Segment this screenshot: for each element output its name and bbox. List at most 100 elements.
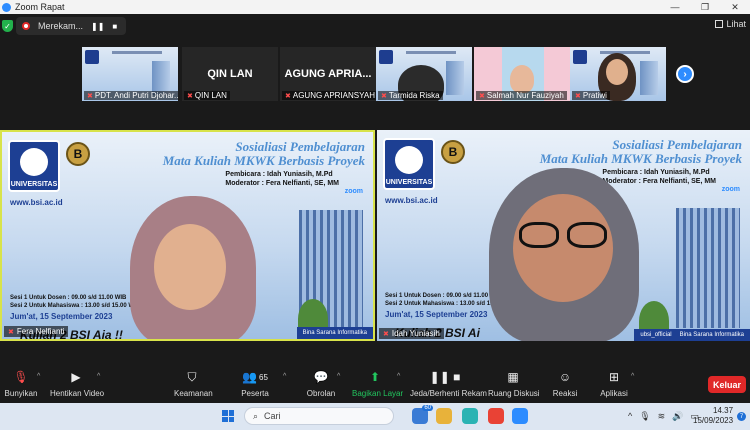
file-explorer-icon[interactable] bbox=[436, 408, 452, 424]
security-shield-icon: ⛉ bbox=[187, 369, 197, 384]
zoom-app-icon bbox=[2, 2, 11, 12]
zoom-meeting-window: Zoom Rapat — ❐ ✕ ✓ Merekam... ❚❚ ■ Lihat… bbox=[0, 0, 750, 430]
search-icon: ⌕ bbox=[253, 410, 259, 421]
participant-name-tag: ✖ Tarmida Riska bbox=[378, 91, 443, 100]
mic-off-icon: 🎙 bbox=[13, 370, 29, 384]
breakout-rooms-button[interactable]: ▦ Ruang Diskusi bbox=[488, 369, 540, 398]
accreditation-badge-icon: B bbox=[441, 140, 465, 164]
view-button[interactable]: Lihat bbox=[715, 19, 746, 29]
participant-thumbnail[interactable]: ✖ PDT. Andi Putri Djohar... bbox=[82, 47, 178, 101]
minimize-icon[interactable]: — bbox=[660, 0, 690, 14]
security-shield-icon[interactable]: ✓ bbox=[2, 20, 13, 32]
bsi-logo: UNIVERSITAS bbox=[8, 140, 60, 192]
mic-muted-icon: ✖ bbox=[285, 92, 291, 100]
video-camera-icon: ▶ bbox=[71, 370, 81, 384]
participant-avatar bbox=[510, 65, 534, 93]
mic-muted-icon: ✖ bbox=[479, 92, 485, 100]
mic-muted-icon: ✖ bbox=[8, 328, 14, 336]
video-tile-active-speaker[interactable]: UNIVERSITAS B www.bsi.ac.id Sosialiasi P… bbox=[0, 130, 375, 341]
chat-bubble-icon: 💬 bbox=[313, 370, 329, 384]
slide-footer: ubsi_official Bina Sarana Informatika bbox=[634, 329, 750, 341]
mic-muted-icon: ✖ bbox=[381, 92, 387, 100]
participant-thumbnail-strip: ✖ PDT. Andi Putri Djohar... QIN LAN ✖ QIN … bbox=[0, 47, 750, 103]
system-tray: ^ 🎙 ≋ 🔊 ▭ bbox=[628, 411, 699, 422]
share-screen-button[interactable]: ⬆ Bagikan Layar bbox=[352, 369, 403, 398]
reactions-button[interactable]: ☺ Reaksi bbox=[552, 369, 578, 398]
website-text: www.bsi.ac.id bbox=[10, 198, 63, 207]
event-date: Jum'at, 15 September 2023 bbox=[385, 310, 488, 319]
breakout-grid-icon: ▦ bbox=[507, 370, 519, 384]
apps-icon: ⊞ bbox=[608, 370, 620, 384]
maximize-icon[interactable]: ❐ bbox=[690, 0, 720, 14]
notification-count-badge[interactable]: 7 bbox=[737, 412, 746, 421]
participant-name-tag: ✖ Salmah Nur Fauziyah bbox=[476, 91, 567, 100]
share-screen-icon: ⬆ bbox=[369, 370, 381, 384]
website-text: www.bsi.ac.id bbox=[385, 196, 438, 205]
windows-taskbar: ⌕ Cari 60 ^ 🎙 ≋ 🔊 ▭ 14.37 15/09/2023 7 bbox=[0, 403, 750, 430]
security-button[interactable]: ⛉ Keamanan bbox=[174, 369, 213, 399]
participants-options-chevron-icon[interactable]: ^ bbox=[283, 373, 286, 380]
recording-label: Merekam... bbox=[38, 21, 84, 31]
taskbar-app-icon[interactable]: 60 bbox=[412, 405, 433, 424]
pause-stop-record-icon: ❚❚ ■ bbox=[429, 370, 461, 384]
meeting-toolbar: 🎙 Bunyikan ^ ▶ Hentikan Video ^ ⛉ Keaman… bbox=[0, 365, 750, 403]
building-image bbox=[676, 208, 740, 328]
participants-button[interactable]: 👥 65 Peserta bbox=[240, 369, 270, 398]
unmute-button[interactable]: 🎙 Bunyikan bbox=[4, 369, 38, 398]
event-date: Jum'at, 15 September 2023 bbox=[10, 312, 113, 321]
leave-meeting-button[interactable]: Keluar bbox=[708, 376, 746, 393]
participants-icon: 👥 bbox=[242, 370, 258, 384]
record-dot-icon bbox=[22, 22, 30, 30]
reaction-smile-icon: ☺ bbox=[558, 370, 572, 384]
video-options-chevron-icon[interactable]: ^ bbox=[97, 373, 100, 380]
pause-recording-icon[interactable]: ❚❚ bbox=[91, 22, 104, 31]
mic-muted-icon: ✖ bbox=[187, 92, 193, 100]
edge-browser-icon[interactable] bbox=[462, 408, 478, 424]
apps-options-chevron-icon[interactable]: ^ bbox=[631, 373, 634, 380]
chat-options-chevron-icon[interactable]: ^ bbox=[337, 373, 340, 380]
zoom-logo: zoom bbox=[721, 186, 740, 193]
video-tile[interactable]: UNIVERSITAS B www.bsi.ac.id Sosialiasi P… bbox=[377, 130, 750, 341]
mute-options-chevron-icon[interactable]: ^ bbox=[37, 373, 40, 380]
chrome-browser-icon[interactable] bbox=[488, 408, 504, 424]
taskbar-search-input[interactable]: ⌕ Cari bbox=[244, 407, 394, 425]
volume-icon[interactable]: 🔊 bbox=[672, 411, 683, 422]
slide-title: Sosialiasi Pembelajaran Mata Kuliah MKWK… bbox=[539, 137, 742, 166]
participant-thumbnail[interactable]: AGUNG APRIA... ✖ AGUNG APRIANSYAH bbox=[280, 47, 376, 101]
apps-button[interactable]: ⊞ Aplikasi bbox=[598, 369, 630, 398]
participants-count: 65 bbox=[259, 372, 268, 382]
windows-start-icon[interactable] bbox=[222, 410, 234, 422]
accreditation-badge-icon: B bbox=[66, 142, 90, 166]
window-controls: — ❐ ✕ bbox=[660, 0, 750, 14]
stop-recording-icon[interactable]: ■ bbox=[112, 22, 117, 31]
participant-thumbnail[interactable]: ✖ Pratiwi bbox=[570, 47, 666, 101]
taskbar-clock[interactable]: 14.37 15/09/2023 bbox=[693, 406, 733, 426]
bsi-logo: UNIVERSITAS bbox=[383, 138, 435, 190]
chat-button[interactable]: 💬 Obrolan bbox=[304, 369, 338, 398]
chevron-up-icon[interactable]: ^ bbox=[628, 411, 632, 422]
grid-view-icon bbox=[715, 20, 724, 28]
microphone-icon[interactable]: 🎙 bbox=[639, 411, 650, 422]
pause-stop-recording-button[interactable]: ❚❚ ■ Jeda/Berhenti Rekam bbox=[410, 369, 487, 398]
slide-title: Sosialiasi Pembelajaran Mata Kuliah MKWK… bbox=[162, 139, 365, 168]
participant-thumbnail[interactable]: ✖ Tarmida Riska bbox=[376, 47, 472, 101]
window-title: Zoom Rapat bbox=[15, 2, 65, 12]
next-page-arrow-icon[interactable]: › bbox=[676, 65, 694, 83]
participant-name-tag: ✖ AGUNG APRIANSYAH bbox=[282, 91, 376, 100]
zoom-taskbar-icon[interactable] bbox=[512, 408, 528, 424]
participant-thumbnail[interactable]: QIN LAN ✖ QIN LAN bbox=[182, 47, 278, 101]
speaker-info: Pembicara : Idah Yuniasih, M.Pd Moderato… bbox=[225, 171, 339, 187]
share-options-chevron-icon[interactable]: ^ bbox=[397, 373, 400, 380]
zoom-logo: zoom bbox=[344, 188, 363, 195]
recording-indicator: Merekam... ❚❚ ■ bbox=[16, 17, 126, 35]
session-schedule: Sesi 1 Untuk Dosen : 09.00 s/d 11.00 WIB… bbox=[10, 295, 141, 309]
mic-muted-icon: ✖ bbox=[383, 330, 389, 338]
view-label: Lihat bbox=[726, 19, 746, 29]
app-notification-badge: 60 bbox=[422, 405, 433, 411]
mic-muted-icon: ✖ bbox=[575, 92, 581, 100]
stop-video-button[interactable]: ▶ Hentikan Video bbox=[50, 369, 104, 398]
participant-thumbnail[interactable]: ✖ Salmah Nur Fauziyah bbox=[474, 47, 570, 101]
close-icon[interactable]: ✕ bbox=[720, 0, 750, 14]
wifi-icon[interactable]: ≋ bbox=[658, 411, 666, 422]
slide-footer: Bina Sarana Informatika bbox=[296, 327, 373, 339]
